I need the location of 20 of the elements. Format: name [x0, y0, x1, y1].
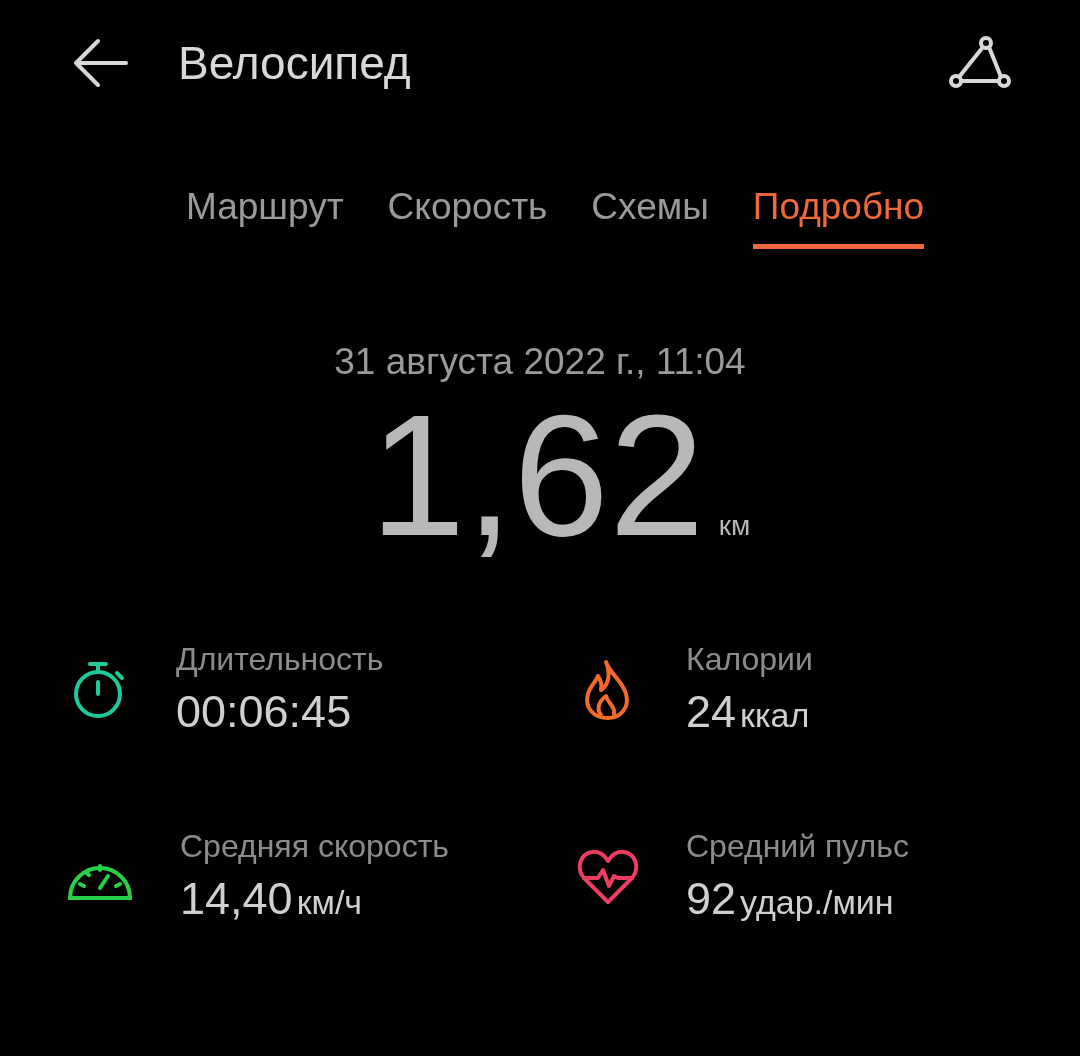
tab[interactable]: Схемы [591, 186, 709, 249]
stat-value: 00:06:45 [176, 686, 352, 738]
stat-label: Средний пульс [686, 828, 909, 865]
stat-label: Средняя скорость [180, 828, 449, 865]
distance-value: 1,62 [369, 389, 705, 561]
share-icon[interactable] [948, 35, 1012, 91]
tab[interactable]: Подробно [752, 186, 925, 249]
distance-unit: км [718, 510, 751, 542]
stat-label: Калории [686, 641, 813, 678]
screen-title: Велосипед [178, 36, 412, 90]
stat-value: 24 [686, 686, 737, 738]
stat-unit: ккал [740, 696, 810, 735]
stat-value: 14,40 [180, 873, 293, 925]
stat-label: Длительность [176, 641, 384, 678]
tab[interactable]: Маршрут [185, 186, 344, 249]
stat-value: 92 [686, 873, 737, 925]
tab[interactable]: Скорость [387, 186, 548, 249]
stat-unit: удар./мин [740, 883, 894, 922]
stat-unit: км/ч [296, 883, 363, 922]
workout-date: 31 августа 2022 г., 11:04 [333, 341, 747, 383]
